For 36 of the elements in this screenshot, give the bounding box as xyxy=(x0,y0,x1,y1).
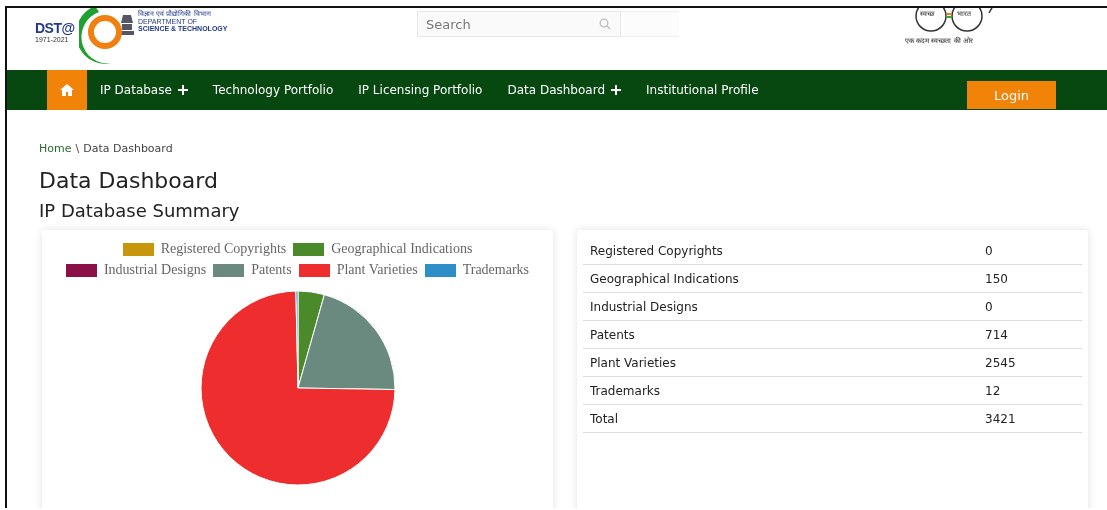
breadcrumb-link[interactable]: Home xyxy=(39,142,72,155)
logo-badge-text: DST@ xyxy=(35,20,75,36)
legend-label: Industrial Designs xyxy=(103,262,207,278)
legend-label: Patents xyxy=(251,262,292,278)
table-cell: 12 xyxy=(985,383,1001,398)
legend-label: Trademarks xyxy=(462,262,530,278)
table-cell-text: Plant Varieties xyxy=(589,355,677,370)
table-cell-text: Trademarks xyxy=(589,383,662,398)
search-icon xyxy=(599,18,611,30)
home-icon xyxy=(60,84,74,96)
table-cell-text: Registered Copyrights xyxy=(589,243,724,258)
breadcrumb-separator: \ xyxy=(75,142,80,155)
breadcrumb-current: Data Dashboard xyxy=(83,142,173,155)
table-cell: 3421 xyxy=(985,411,1016,426)
legend-label: Registered Copyrights xyxy=(160,241,287,257)
table-cell: 714 xyxy=(985,327,1008,342)
emblem-icon xyxy=(119,13,135,37)
search-field[interactable]: Search xyxy=(417,11,621,37)
table-cell: 2545 xyxy=(985,355,1016,370)
nav-link[interactable]: Institutional Profile xyxy=(646,83,759,97)
home-button[interactable] xyxy=(47,70,87,110)
table-cell: 150 xyxy=(985,271,1008,286)
legend-label: Plant Varieties xyxy=(336,262,418,278)
table-cell-text: Geographical Indications xyxy=(589,271,740,286)
table-cell: 0 xyxy=(985,243,993,258)
page-title: Data Dashboard xyxy=(39,168,219,193)
nav-link[interactable]: Technology Portfolio xyxy=(212,83,334,97)
nav-link[interactable]: IP Database xyxy=(100,83,188,97)
nav-link[interactable]: IP Licensing Portfolio xyxy=(358,83,483,97)
table-cell-text: Total xyxy=(589,411,620,426)
table-cell: 0 xyxy=(985,299,993,314)
legend-label: Geographical Indications xyxy=(331,241,473,257)
nav-link[interactable]: Data Dashboard xyxy=(507,83,622,97)
table-cell-text: Industrial Designs xyxy=(589,299,699,314)
table-cell-text: Patents xyxy=(589,327,636,342)
section-title: IP Database Summary xyxy=(39,200,241,221)
